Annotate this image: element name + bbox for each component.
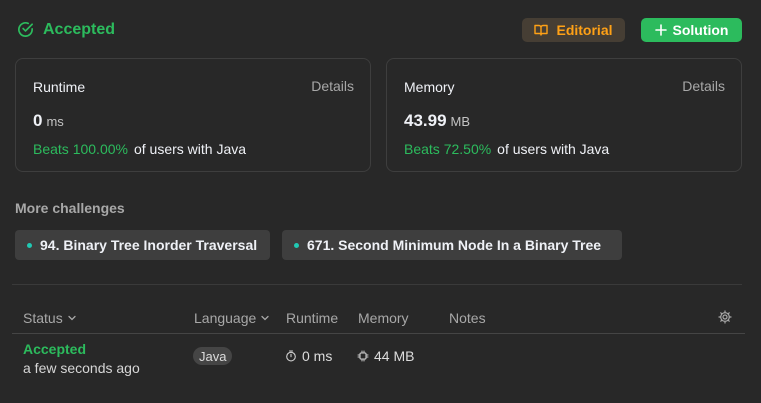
check-circle-icon (16, 20, 35, 39)
runtime-details-link[interactable]: Details (311, 78, 354, 94)
language-header-label: Language (194, 310, 257, 326)
status-column-header[interactable]: Status (23, 310, 77, 326)
challenge-label: 94. Binary Tree Inorder Traversal (40, 237, 258, 253)
memory-details-link[interactable]: Details (682, 78, 725, 94)
runtime-beats: Beats 100.00% (33, 141, 128, 157)
row-time: a few seconds ago (23, 360, 140, 376)
runtime-value: 0 (33, 111, 43, 130)
editorial-button[interactable]: Editorial (522, 18, 625, 42)
memory-value-row: 43.99 MB (404, 111, 470, 131)
status-header-label: Status (23, 310, 63, 326)
language-column-header[interactable]: Language (194, 310, 270, 326)
editorial-label: Editorial (556, 22, 613, 38)
memory-beats-row: Beats 72.50% of users with Java (404, 141, 609, 157)
challenge-chip-94[interactable]: 94. Binary Tree Inorder Traversal (15, 230, 270, 260)
row-language-badge: Java (193, 347, 233, 365)
memory-column-header: Memory (358, 310, 409, 326)
row-runtime-value: 0 ms (302, 348, 333, 364)
runtime-title: Runtime (33, 79, 86, 95)
runtime-column-header: Runtime (286, 310, 339, 326)
memory-beats: Beats 72.50% (404, 141, 492, 157)
solution-button[interactable]: Solution (641, 18, 742, 42)
runtime-card: Runtime Details 0 ms Beats 100.00% of user… (15, 58, 371, 172)
bullet-dot-icon (27, 242, 32, 248)
solution-label: Solution (672, 22, 729, 38)
table-header-divider (12, 333, 745, 334)
submission-status: Accepted (16, 20, 115, 39)
clock-icon (285, 350, 297, 362)
accepted-label: Accepted (43, 20, 116, 38)
book-icon (534, 24, 549, 36)
section-divider (12, 284, 742, 285)
chip-icon (357, 350, 369, 362)
memory-value: 43.99 (404, 111, 447, 130)
runtime-value-row: 0 ms (33, 111, 64, 131)
notes-column-header: Notes (449, 310, 486, 326)
challenge-label: 671. Second Minimum Node In a Binary Tre… (307, 237, 602, 253)
runtime-unit: ms (46, 114, 64, 129)
memory-unit: MB (450, 114, 471, 129)
gear-icon[interactable] (718, 310, 732, 324)
row-memory-value: 44 MB (374, 348, 415, 364)
bullet-dot-icon (294, 242, 299, 248)
chevron-down-icon (67, 314, 77, 322)
memory-title: Memory (404, 79, 455, 95)
memory-card: Memory Details 43.99 MB Beats 72.50% of us… (386, 58, 742, 172)
row-runtime: 0 ms (285, 348, 332, 364)
challenge-chip-671[interactable]: 671. Second Minimum Node In a Binary Tre… (282, 230, 622, 260)
runtime-beats-row: Beats 100.00% of users with Java (33, 141, 246, 157)
memory-beats-suffix: of users with Java (497, 141, 610, 157)
row-memory: 44 MB (357, 348, 414, 364)
runtime-beats-suffix: of users with Java (133, 141, 247, 157)
more-challenges-title: More challenges (15, 200, 125, 216)
plus-icon (654, 24, 667, 36)
row-status[interactable]: Accepted (23, 341, 86, 357)
chevron-down-icon (260, 314, 270, 322)
